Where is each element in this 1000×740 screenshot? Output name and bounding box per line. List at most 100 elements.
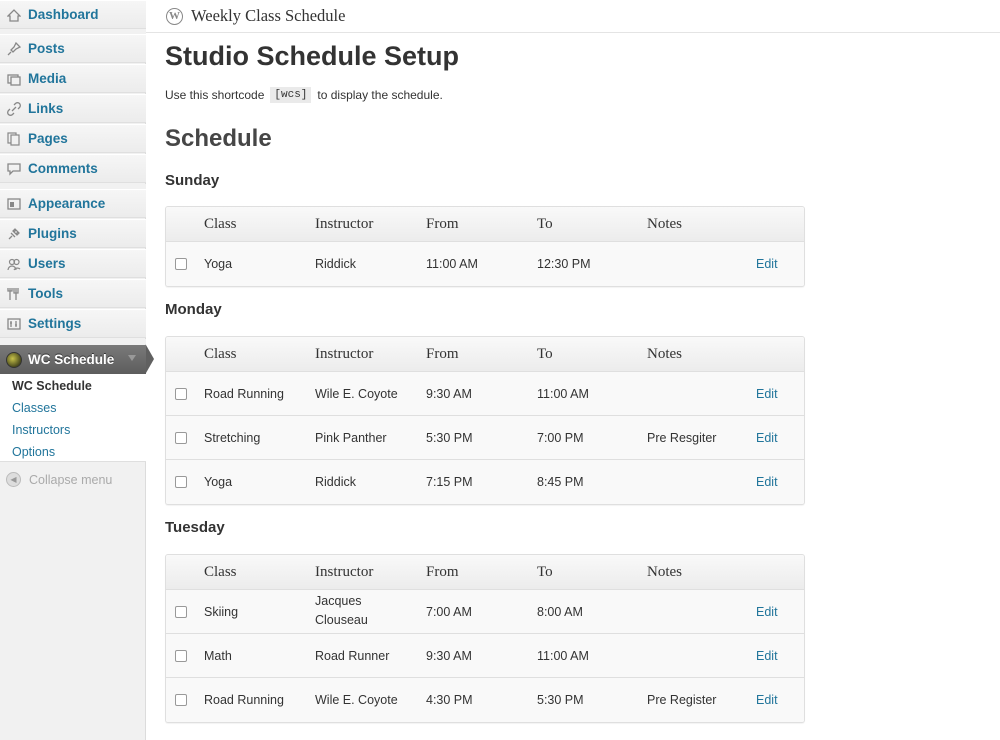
cell-class: Math <box>204 648 232 663</box>
column-header-from: From <box>426 346 459 362</box>
row-checkbox[interactable] <box>175 388 187 400</box>
cell-class: Yoga <box>204 474 233 489</box>
table-row: Road Running Wile E. Coyote 9:30 AM 11:00 A… <box>166 372 804 416</box>
table-header: Class Instructor From To Notes <box>166 555 804 590</box>
cell-from: 7:15 PM <box>426 474 473 489</box>
table-row: Yoga Riddick 11:00 AM 12:30 PM Edit <box>166 242 804 286</box>
cell-from: 5:30 PM <box>426 430 473 445</box>
sidebar-item-label: Appearance <box>28 196 106 211</box>
table-row: Math Road Runner 9:30 AM 11:00 AM Edit <box>166 634 804 678</box>
schedule-table: Class Instructor From To Notes Road Running Wi… <box>165 336 805 505</box>
cell-class: Yoga <box>204 256 233 271</box>
site-header: W Weekly Class Schedule <box>146 0 1000 33</box>
submenu-item-wc-schedule[interactable]: WC Schedule <box>12 379 92 393</box>
submenu-item-options[interactable]: Options <box>12 445 55 459</box>
cell-instructor: Wile E. Coyote <box>315 386 398 401</box>
site-title[interactable]: Weekly Class Schedule <box>191 6 345 26</box>
link-icon <box>6 101 22 117</box>
column-header-instructor: Instructor <box>315 346 374 362</box>
wc-schedule-submenu: WC Schedule Classes Instructors Options <box>0 374 146 462</box>
column-header-to: To <box>537 346 553 362</box>
globe-icon <box>6 351 22 368</box>
schedule-table: Class Instructor From To Notes Yoga Riddick 11:… <box>165 206 805 287</box>
cell-from: 9:30 AM <box>426 648 472 663</box>
shortcode-code: [wcs] <box>270 87 312 103</box>
chevron-down-icon <box>128 355 136 361</box>
table-row: Yoga Riddick 7:15 PM 8:45 PM Edit <box>166 460 804 504</box>
submenu-item-instructors[interactable]: Instructors <box>12 423 70 437</box>
intro-text-before: Use this shortcode <box>165 88 265 102</box>
table-row: Road Running Wile E. Coyote 4:30 PM 5:30 PM… <box>166 678 804 722</box>
sidebar-item-plugins[interactable]: Plugins <box>0 219 146 248</box>
sidebar-item-appearance[interactable]: Appearance <box>0 189 146 218</box>
pages-icon <box>6 131 22 147</box>
sidebar-item-links[interactable]: Links <box>0 94 146 123</box>
sidebar-item-comments[interactable]: Comments <box>0 154 146 183</box>
day-title: Sunday <box>165 172 220 189</box>
row-checkbox[interactable] <box>175 606 187 618</box>
cell-to: 8:45 PM <box>537 474 584 489</box>
cell-from: 11:00 AM <box>426 256 478 271</box>
wordpress-logo-icon[interactable]: W <box>166 7 183 25</box>
sidebar-item-label: Comments <box>28 161 98 176</box>
active-menu-pointer <box>146 345 154 373</box>
cell-instructor: Road Runner <box>315 648 390 663</box>
media-icon <box>6 71 22 87</box>
cell-to: 8:00 AM <box>537 604 583 619</box>
column-header-class: Class <box>204 564 237 580</box>
table-header: Class Instructor From To Notes <box>166 207 804 242</box>
row-checkbox[interactable] <box>175 650 187 662</box>
sidebar-item-label: Users <box>28 256 66 271</box>
sidebar-item-wc-schedule[interactable]: WC Schedule <box>0 345 154 374</box>
sidebar-item-pages[interactable]: Pages <box>0 124 146 153</box>
edit-link[interactable]: Edit <box>756 475 778 489</box>
cell-class: Road Running <box>204 386 284 401</box>
row-checkbox[interactable] <box>175 694 187 706</box>
sidebar-item-settings[interactable]: Settings <box>0 309 146 338</box>
table-row: Stretching Pink Panther 5:30 PM 7:00 PM Pre … <box>166 416 804 460</box>
edit-link[interactable]: Edit <box>756 387 778 401</box>
sidebar-item-dashboard[interactable]: Dashboard <box>0 0 146 29</box>
cell-to: 12:30 PM <box>537 256 591 271</box>
column-header-from: From <box>426 216 459 232</box>
sidebar-item-posts[interactable]: Posts <box>0 34 146 63</box>
shortcode-intro: Use this shortcode [wcs] to display the … <box>165 87 443 103</box>
users-icon <box>6 256 22 272</box>
table-header: Class Instructor From To Notes <box>166 337 804 372</box>
schedule-heading: Schedule <box>165 125 272 152</box>
column-header-to: To <box>537 564 553 580</box>
edit-link[interactable]: Edit <box>756 693 778 707</box>
cell-from: 7:00 AM <box>426 604 472 619</box>
admin-sidebar: Dashboard Posts Media Links Pages Commen… <box>0 0 154 740</box>
cell-instructor: Riddick <box>315 474 356 489</box>
row-checkbox[interactable] <box>175 432 187 444</box>
pin-icon <box>6 41 22 57</box>
edit-link[interactable]: Edit <box>756 257 778 271</box>
row-checkbox[interactable] <box>175 476 187 488</box>
edit-link[interactable]: Edit <box>756 431 778 445</box>
collapse-menu-button[interactable]: ◀ Collapse menu <box>6 472 112 487</box>
cell-instructor: Pink Panther <box>315 430 387 445</box>
edit-link[interactable]: Edit <box>756 605 778 619</box>
sidebar-item-label: Media <box>28 71 67 86</box>
menu-separator <box>0 339 146 344</box>
row-checkbox[interactable] <box>175 258 187 270</box>
sidebar-item-users[interactable]: Users <box>0 249 146 278</box>
page-title: Studio Schedule Setup <box>165 41 460 71</box>
sidebar-item-tools[interactable]: Tools <box>0 279 146 308</box>
submenu-item-classes[interactable]: Classes <box>12 401 56 415</box>
sidebar-item-label: Links <box>28 101 64 116</box>
cell-class: Stretching <box>204 430 261 445</box>
column-header-to: To <box>537 216 553 232</box>
column-header-notes: Notes <box>647 346 682 362</box>
sidebar-item-label: Posts <box>28 41 65 56</box>
cell-to: 5:30 PM <box>537 692 584 707</box>
intro-text-after: to display the schedule. <box>317 88 443 102</box>
sidebar-item-label: WC Schedule <box>28 352 115 367</box>
dashboard-icon <box>6 7 22 23</box>
cell-notes: Pre Register <box>647 692 717 707</box>
sidebar-item-media[interactable]: Media <box>0 64 146 93</box>
cell-instructor: Jacques Clouseau <box>315 594 368 627</box>
edit-link[interactable]: Edit <box>756 649 778 663</box>
cell-instructor: Riddick <box>315 256 356 271</box>
